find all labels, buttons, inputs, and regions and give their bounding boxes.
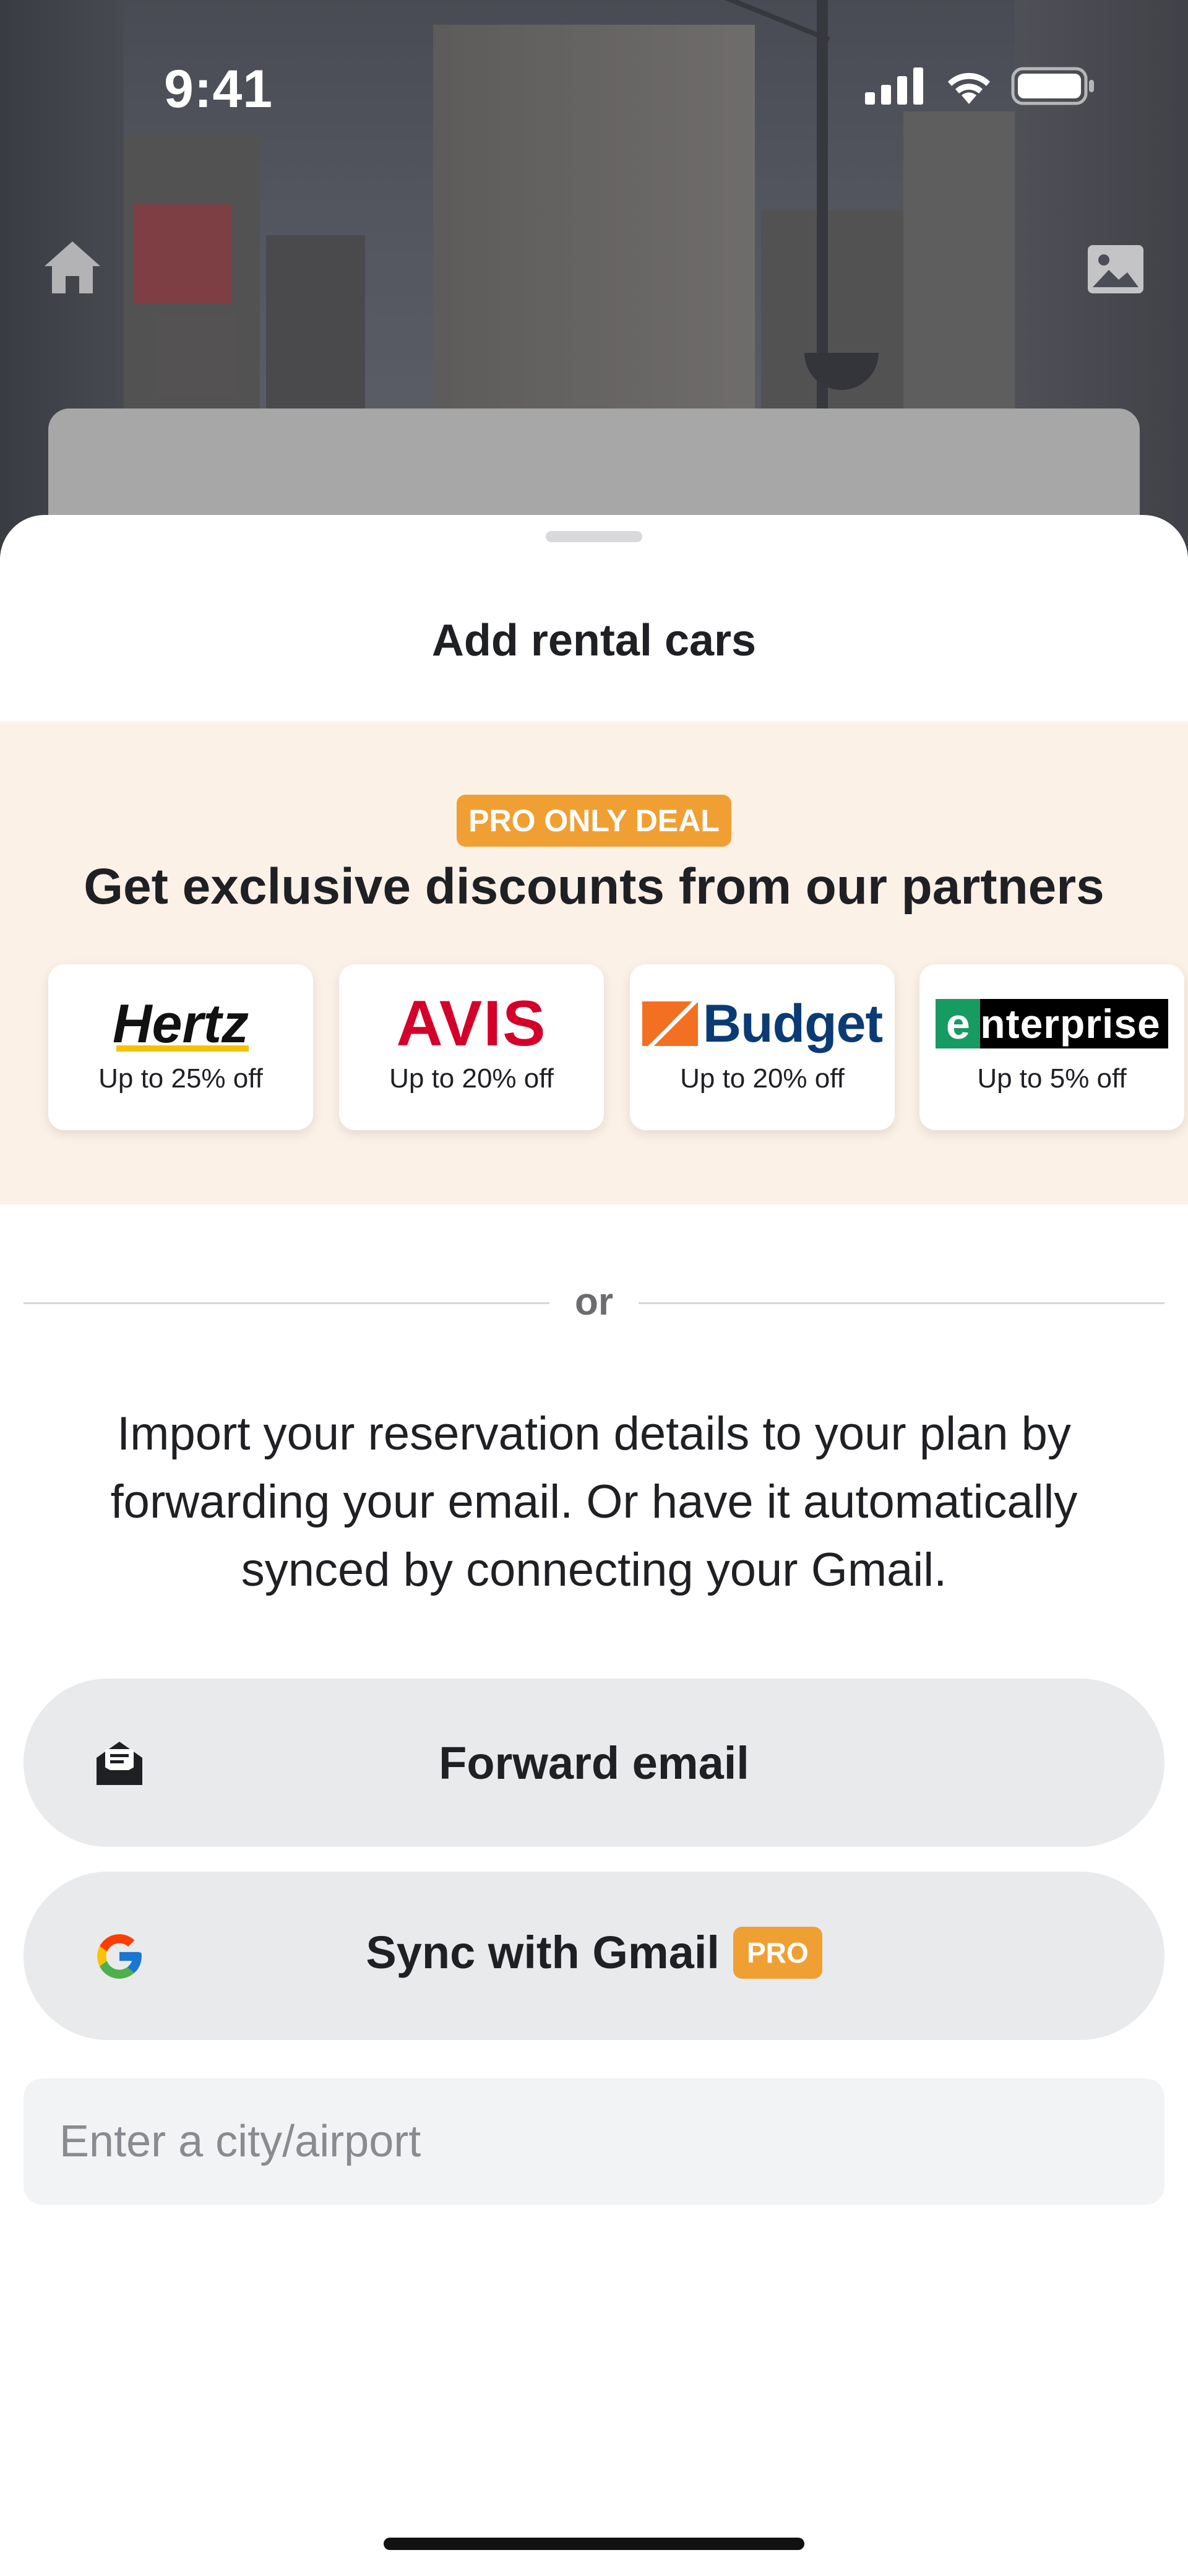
partner-offer: Up to 20% off — [389, 1063, 554, 1094]
budget-mark-icon — [642, 1001, 698, 1046]
partner-carousel[interactable]: Hertz Up to 25% off AVIS Up to 20% off B… — [0, 964, 1188, 1150]
wifi-icon — [948, 72, 990, 104]
budget-logo-group: Budget — [642, 993, 883, 1055]
budget-logo: Budget — [630, 993, 895, 1055]
status-icons — [865, 67, 1095, 105]
enterprise-e-mark: e — [936, 999, 981, 1048]
enterprise-logo-text: nterprise — [980, 1001, 1161, 1047]
pro-only-deal-badge: PRO ONLY DEAL — [457, 795, 731, 847]
avis-logo-text: AVIS — [396, 987, 547, 1060]
partner-card-hertz[interactable]: Hertz Up to 25% off — [48, 964, 313, 1130]
enterprise-logo: e nterprise — [919, 993, 1184, 1055]
sheet-title: Add rental cars — [431, 616, 757, 665]
pro-badge: PRO — [733, 1926, 822, 1979]
partner-card-enterprise[interactable]: e nterprise Up to 5% off — [919, 964, 1184, 1130]
signal-icon — [865, 67, 923, 105]
partner-offer: Up to 5% off — [977, 1063, 1127, 1094]
status-time: 9:41 — [164, 59, 273, 119]
forward-email-button[interactable]: Forward email — [24, 1679, 1164, 1847]
hertz-logo-text: Hertz — [112, 993, 249, 1054]
partner-card-avis[interactable]: AVIS Up to 20% off — [339, 964, 604, 1130]
hertz-logo: Hertz — [48, 993, 313, 1055]
city-airport-input[interactable] — [24, 2078, 1164, 2205]
promo-headline: Get exclusive discounts from our partner… — [84, 858, 1104, 915]
image-icon[interactable] — [1082, 235, 1150, 303]
import-instructions: Import your reservation details to your … — [110, 1407, 1078, 1596]
battery-icon — [1011, 67, 1094, 105]
budget-logo-text: Budget — [702, 993, 883, 1053]
home-icon[interactable] — [38, 234, 106, 302]
partner-promo: PRO ONLY DEAL Get exclusive discounts fr… — [0, 722, 1188, 1204]
avis-logo: AVIS — [339, 988, 604, 1060]
sync-gmail-button[interactable]: Sync with Gmail PRO — [24, 1872, 1164, 2040]
or-label: or — [575, 1281, 613, 1323]
partner-card-budget[interactable]: Budget Up to 20% off — [630, 964, 895, 1130]
sync-gmail-label: Sync with Gmail — [366, 1927, 720, 1978]
forward-email-label: Forward email — [439, 1737, 749, 1789]
home-indicator[interactable] — [384, 2538, 804, 2550]
sync-gmail-content: Sync with Gmail PRO — [24, 1926, 1164, 1979]
partner-offer: Up to 25% off — [98, 1063, 263, 1094]
partner-offer: Up to 20% off — [680, 1063, 845, 1094]
enterprise-logo-group: e nterprise — [936, 999, 1168, 1048]
sheet-grabber[interactable] — [546, 531, 642, 542]
